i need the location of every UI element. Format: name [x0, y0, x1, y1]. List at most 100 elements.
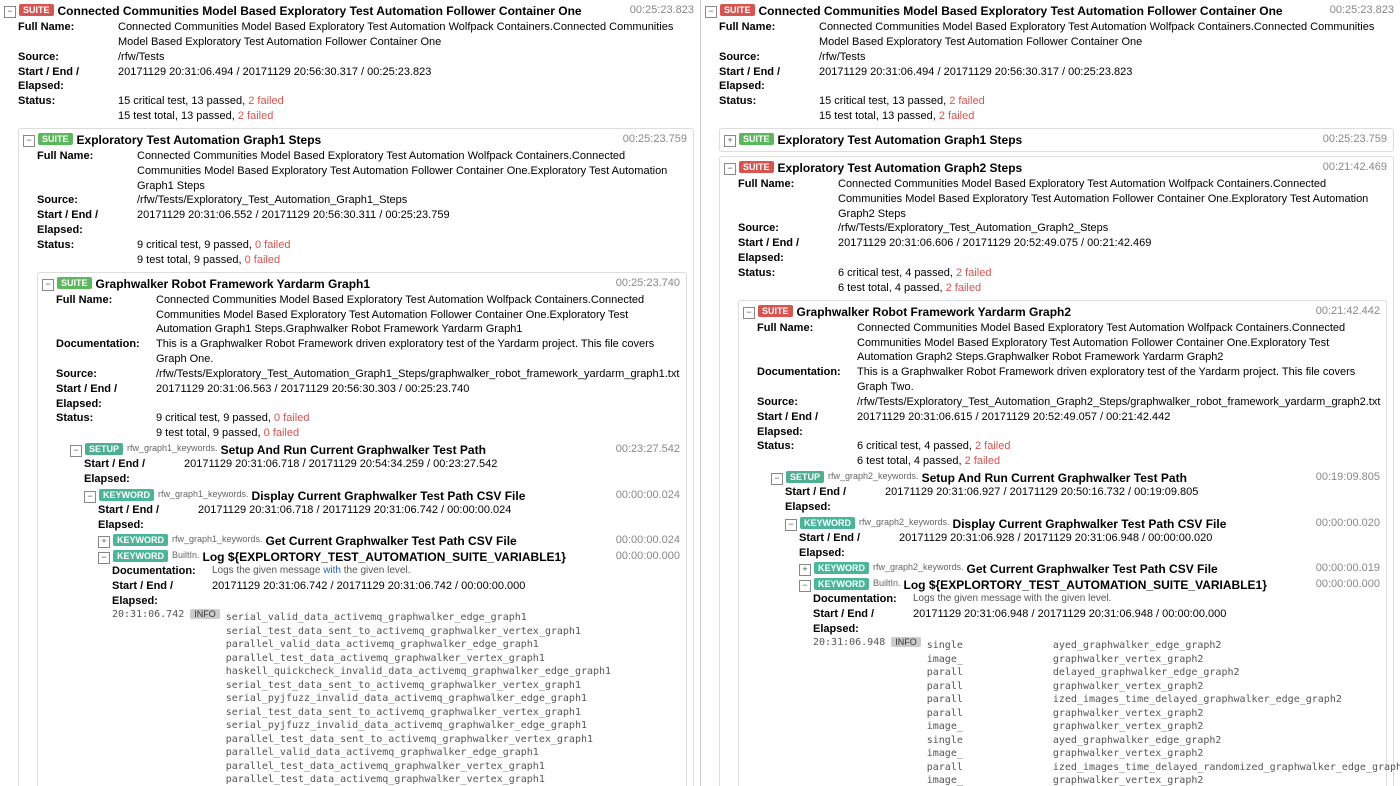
label-status: Status: — [18, 94, 118, 109]
kw-time: 00:00:00.024 — [616, 534, 680, 546]
setup-title[interactable]: Setup And Run Current Graphwalker Test P… — [922, 471, 1187, 485]
suite-yardarm2: − SUITE Graphwalker Robot Framework Yard… — [738, 300, 1387, 786]
suite-time: 00:25:23.823 — [1330, 4, 1394, 16]
suite-steps: − SUITE Exploratory Test Automation Grap… — [18, 128, 694, 786]
kw-library: rfw_graph2_keywords. — [873, 562, 964, 572]
kw-title[interactable]: Display Current Graphwalker Test Path CS… — [252, 489, 526, 503]
suite-yardarm: − SUITE Graphwalker Robot Framework Yard… — [37, 272, 687, 786]
collapse-icon[interactable]: − — [771, 473, 783, 485]
label-start-end: Start / End / Elapsed: — [18, 65, 118, 95]
kw-time: 00:00:00.019 — [1316, 562, 1380, 574]
suite-time: 00:25:23.759 — [623, 133, 687, 145]
log-output: single image_ parall parall parall paral… — [927, 637, 1400, 786]
suite-badge: SUITE — [758, 305, 793, 317]
suite-title[interactable]: Connected Communities Model Based Explor… — [759, 4, 1283, 18]
info-level-badge: INFO — [190, 609, 220, 619]
kw-title[interactable]: Log ${EXPLORTORY_TEST_AUTOMATION_SUITE_V… — [904, 578, 1267, 592]
suite-time: 00:25:23.759 — [1323, 133, 1387, 145]
suite-badge: SUITE — [38, 133, 73, 145]
keyword-row: − KEYWORD BuiltIn. Log ${EXPLORTORY_TEST… — [799, 578, 1380, 592]
suite-steps2: − SUITE Exploratory Test Automation Grap… — [719, 156, 1394, 786]
collapse-icon[interactable]: − — [4, 6, 16, 18]
kw-title[interactable]: Display Current Graphwalker Test Path CS… — [953, 517, 1227, 531]
log-timestamp: 20:31:06.948 — [813, 637, 885, 648]
collapse-icon[interactable]: − — [98, 552, 110, 564]
kw-library: rfw_graph1_keywords. — [158, 489, 249, 499]
suite-time: 00:25:23.740 — [616, 277, 680, 289]
collapse-icon[interactable]: − — [785, 519, 797, 531]
keyword-row: − KEYWORD rfw_graph2_keywords. Display C… — [785, 517, 1380, 531]
kw-time: 00:00:00.024 — [616, 489, 680, 501]
label-source: Source: — [18, 50, 118, 65]
expand-icon[interactable]: + — [724, 135, 736, 147]
setup-badge: SETUP — [85, 443, 123, 455]
collapse-icon[interactable]: − — [23, 135, 35, 147]
keyword-badge: KEYWORD — [814, 578, 869, 590]
suite-top: − SUITE Connected Communities Model Base… — [705, 4, 1394, 18]
kw-time: 00:00:00.000 — [616, 550, 680, 562]
collapse-icon[interactable]: − — [799, 580, 811, 592]
suite-badge: SUITE — [57, 277, 92, 289]
kw-library: rfw_graph2_keywords. — [859, 517, 950, 527]
suite-title[interactable]: Connected Communities Model Based Explor… — [58, 4, 582, 18]
suite-title[interactable]: Exploratory Test Automation Graph1 Steps — [778, 133, 1023, 147]
expand-icon[interactable]: + — [799, 564, 811, 576]
suite-steps-collapsed: + SUITE Exploratory Test Automation Grap… — [719, 128, 1394, 152]
kw-title[interactable]: Get Current Graphwalker Test Path CSV Fi… — [967, 562, 1218, 576]
collapse-icon[interactable]: − — [705, 6, 717, 18]
setup-row: − SETUP rfw_graph1_keywords. Setup And R… — [70, 443, 680, 457]
collapse-icon[interactable]: − — [743, 307, 755, 319]
source-value: /rfw/Tests — [118, 50, 694, 65]
left-column: − SUITE Connected Communities Model Base… — [0, 0, 700, 786]
label-full-name: Full Name: — [18, 20, 118, 35]
suite-badge: SUITE — [720, 4, 755, 16]
keyword-badge: KEYWORD — [113, 550, 168, 562]
keyword-badge: KEYWORD — [99, 489, 154, 501]
kw-library: BuiltIn. — [873, 578, 901, 588]
setup-badge: SETUP — [786, 471, 824, 483]
keyword-badge: KEYWORD — [800, 517, 855, 529]
collapse-icon[interactable]: − — [42, 279, 54, 291]
expand-icon[interactable]: + — [98, 536, 110, 548]
info-level-badge: INFO — [891, 637, 921, 647]
suite-time: 00:21:42.442 — [1316, 305, 1380, 317]
setup-time: 00:19:09.805 — [1316, 471, 1380, 483]
start-end-value: 20171129 20:31:06.494 / 20171129 20:56:3… — [118, 65, 694, 80]
setup-title[interactable]: Setup And Run Current Graphwalker Test P… — [221, 443, 486, 457]
kw-title[interactable]: Get Current Graphwalker Test Path CSV Fi… — [266, 534, 517, 548]
kw-time: 00:00:00.020 — [1316, 517, 1380, 529]
suite-title[interactable]: Graphwalker Robot Framework Yardarm Grap… — [96, 277, 371, 291]
keyword-row: + KEYWORD rfw_graph2_keywords. Get Curre… — [799, 562, 1380, 576]
collapse-icon[interactable]: − — [724, 163, 736, 175]
kw-library: rfw_graph1_keywords. — [172, 534, 263, 544]
kw-library: rfw_graph2_keywords. — [828, 471, 919, 481]
suite-title[interactable]: Graphwalker Robot Framework Yardarm Grap… — [797, 305, 1072, 319]
suite-badge: SUITE — [739, 133, 774, 145]
kw-library: BuiltIn. — [172, 550, 200, 560]
keyword-row: − KEYWORD BuiltIn. Log ${EXPLORTORY_TEST… — [98, 550, 680, 564]
setup-row: − SETUP rfw_graph2_keywords. Setup And R… — [771, 471, 1380, 485]
suite-title[interactable]: Exploratory Test Automation Graph1 Steps — [77, 133, 322, 147]
suite-time: 00:25:23.823 — [630, 4, 694, 16]
log-output: serial_valid_data_activemq_graphwalker_e… — [226, 611, 611, 786]
keyword-row: + KEYWORD rfw_graph1_keywords. Get Curre… — [98, 534, 680, 548]
kw-doc: Logs the given message with the given le… — [212, 564, 680, 578]
suite-top: − SUITE Connected Communities Model Base… — [4, 4, 694, 18]
kw-title[interactable]: Log ${EXPLORTORY_TEST_AUTOMATION_SUITE_V… — [203, 550, 566, 564]
right-column: − SUITE Connected Communities Model Base… — [700, 0, 1400, 786]
suite-time: 00:21:42.469 — [1323, 161, 1387, 173]
keyword-badge: KEYWORD — [814, 562, 869, 574]
full-name-value: Connected Communities Model Based Explor… — [118, 20, 694, 50]
kw-time: 00:00:00.000 — [1316, 578, 1380, 590]
collapse-icon[interactable]: − — [70, 445, 82, 457]
suite-badge: SUITE — [739, 161, 774, 173]
collapse-icon[interactable]: − — [84, 491, 96, 503]
status-value-2: 15 test total, 13 passed, 2 failed — [118, 109, 694, 124]
status-value: 15 critical test, 13 passed, 2 failed — [118, 94, 694, 109]
suite-title[interactable]: Exploratory Test Automation Graph2 Steps — [778, 161, 1023, 175]
setup-time: 00:23:27.542 — [616, 443, 680, 455]
keyword-badge: KEYWORD — [113, 534, 168, 546]
keyword-row: − KEYWORD rfw_graph1_keywords. Display C… — [84, 489, 680, 503]
log-timestamp: 20:31:06.742 — [112, 609, 184, 620]
suite-badge: SUITE — [19, 4, 54, 16]
